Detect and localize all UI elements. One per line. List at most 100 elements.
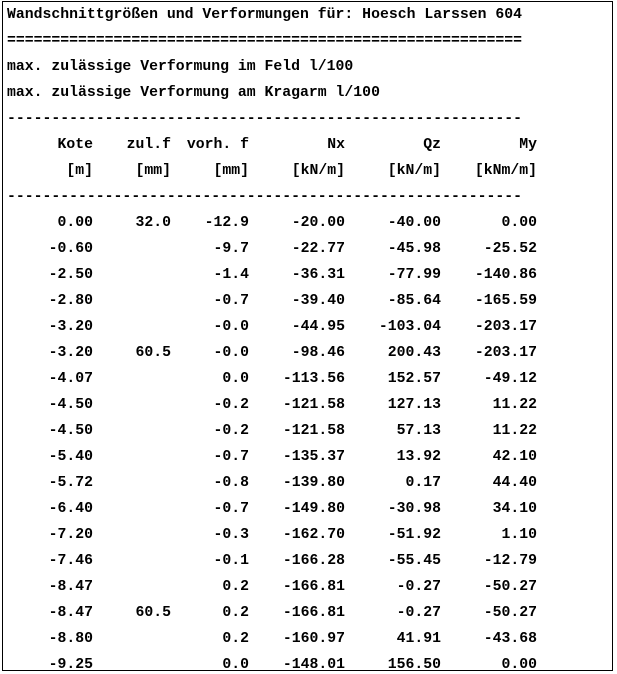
cell-zul-f — [93, 236, 171, 262]
cell-vorh-f: 0.2 — [222, 605, 249, 621]
table-row: -3.20 60.5 -0.0 -98.46 200.43 -203.17 — [3, 340, 612, 366]
cell-vorh-f: -0.0 — [213, 319, 249, 335]
cell-qz: 156.50 — [387, 657, 441, 671]
cell-zul-f — [93, 574, 171, 600]
cell-qz: 152.57 — [387, 371, 441, 387]
cell-vorh-f: -0.7 — [213, 449, 249, 465]
cell-my: -165.59 — [474, 293, 537, 309]
cell-kote: -2.80 — [48, 293, 93, 309]
cell-nx: -135.37 — [282, 449, 345, 465]
column-header-kote: Kote — [57, 137, 93, 153]
cell-my: -203.17 — [474, 345, 537, 361]
results-panel: Wandschnittgrößen und Verformungen für: … — [2, 1, 613, 671]
cell-vorh-f: -9.7 — [213, 241, 249, 257]
column-header-my: My — [519, 137, 537, 153]
cell-qz: 200.43 — [387, 345, 441, 361]
column-header-nx: Nx — [327, 137, 345, 153]
cell-kote: -5.40 — [48, 449, 93, 465]
cell-qz: 57.13 — [396, 423, 441, 439]
cell-zul-f — [93, 470, 171, 496]
unit-qz: [kN/m] — [387, 163, 441, 179]
cell-kote: -9.25 — [48, 657, 93, 671]
cell-kote: 0.00 — [57, 215, 93, 231]
unit-kote: [m] — [66, 163, 93, 179]
column-header-vorh-f: vorh. f — [186, 137, 249, 153]
cell-qz: 41.91 — [396, 631, 441, 647]
cell-nx: -139.80 — [282, 475, 345, 491]
cell-vorh-f: 0.2 — [222, 631, 249, 647]
cell-qz: -51.92 — [387, 527, 441, 543]
table-row: -7.20 -0.3 -162.70 -51.92 1.10 — [3, 522, 612, 548]
cell-kote: -3.20 — [48, 319, 93, 335]
cell-nx: -22.77 — [291, 241, 345, 257]
cell-my: 34.10 — [492, 501, 537, 517]
cell-zul-f — [93, 444, 171, 470]
table-row: -2.80 -0.7 -39.40 -85.64 -165.59 — [3, 288, 612, 314]
table-row: -9.25 0.0 -148.01 156.50 0.00 — [3, 652, 612, 671]
table-row: -0.60 -9.7 -22.77 -45.98 -25.52 — [3, 236, 612, 262]
cell-qz: -103.04 — [378, 319, 441, 335]
unit-nx: [kN/m] — [291, 163, 345, 179]
cell-zul-f: 60.5 — [135, 605, 171, 621]
cell-zul-f — [93, 548, 171, 574]
cell-qz: -85.64 — [387, 293, 441, 309]
cell-my: 0.00 — [501, 657, 537, 671]
table-row: -8.47 60.5 0.2 -166.81 -0.27 -50.27 — [3, 600, 612, 626]
rule-bottom: ----------------------------------------… — [7, 189, 523, 205]
table-row: -5.40 -0.7 -135.37 13.92 42.10 — [3, 444, 612, 470]
cell-nx: -160.97 — [282, 631, 345, 647]
cell-my: 44.40 — [492, 475, 537, 491]
table-row: -2.50 -1.4 -36.31 -77.99 -140.86 — [3, 262, 612, 288]
cell-kote: -4.50 — [48, 397, 93, 413]
cell-zul-f — [93, 392, 171, 418]
cell-nx: -148.01 — [282, 657, 345, 671]
cell-zul-f — [93, 522, 171, 548]
cell-my: -25.52 — [483, 241, 537, 257]
cell-zul-f — [93, 418, 171, 444]
table-row: -5.72 -0.8 -139.80 0.17 44.40 — [3, 470, 612, 496]
cell-nx: -121.58 — [282, 397, 345, 413]
cell-zul-f — [93, 288, 171, 314]
cell-my: 0.00 — [501, 215, 537, 231]
cell-nx: -36.31 — [291, 267, 345, 283]
cell-vorh-f: -0.3 — [213, 527, 249, 543]
cell-nx: -149.80 — [282, 501, 345, 517]
table-row: -7.46 -0.1 -166.28 -55.45 -12.79 — [3, 548, 612, 574]
cell-kote: -7.20 — [48, 527, 93, 543]
cell-vorh-f: -0.2 — [213, 397, 249, 413]
cell-qz: -30.98 — [387, 501, 441, 517]
cell-kote: -8.80 — [48, 631, 93, 647]
column-header-row: Kote zul.f vorh. f Nx Qz My — [3, 132, 612, 158]
cell-kote: -8.47 — [48, 579, 93, 595]
table-row: -8.47 0.2 -166.81 -0.27 -50.27 — [3, 574, 612, 600]
cell-nx: -44.95 — [291, 319, 345, 335]
column-header-zul-f: zul.f — [126, 137, 171, 153]
cell-nx: -166.28 — [282, 553, 345, 569]
cell-vorh-f: -0.1 — [213, 553, 249, 569]
cell-qz: 0.17 — [405, 475, 441, 491]
cell-my: -140.86 — [474, 267, 537, 283]
cell-kote: -5.72 — [48, 475, 93, 491]
table-row: -4.50 -0.2 -121.58 127.13 11.22 — [3, 392, 612, 418]
cell-qz: 127.13 — [387, 397, 441, 413]
cell-nx: -166.81 — [282, 605, 345, 621]
table-row: 0.00 32.0 -12.9 -20.00 -40.00 0.00 — [3, 210, 612, 236]
cell-qz: 13.92 — [396, 449, 441, 465]
unit-vorh-f: [mm] — [213, 163, 249, 179]
units-row: [m] [mm] [mm] [kN/m] [kN/m] [kNm/m] — [3, 158, 612, 184]
cell-zul-f — [93, 366, 171, 392]
cell-qz: -0.27 — [396, 605, 441, 621]
cell-nx: -98.46 — [291, 345, 345, 361]
cell-kote: -3.20 — [48, 345, 93, 361]
rule-top: ----------------------------------------… — [7, 111, 523, 127]
cell-vorh-f: 0.2 — [222, 579, 249, 595]
unit-my: [kNm/m] — [474, 163, 537, 179]
cell-kote: -4.50 — [48, 423, 93, 439]
cell-my: 42.10 — [492, 449, 537, 465]
cell-nx: -113.56 — [282, 371, 345, 387]
cell-my: 1.10 — [501, 527, 537, 543]
cell-kote: -6.40 — [48, 501, 93, 517]
cell-nx: -166.81 — [282, 579, 345, 595]
cell-my: -203.17 — [474, 319, 537, 335]
cell-vorh-f: -0.8 — [213, 475, 249, 491]
